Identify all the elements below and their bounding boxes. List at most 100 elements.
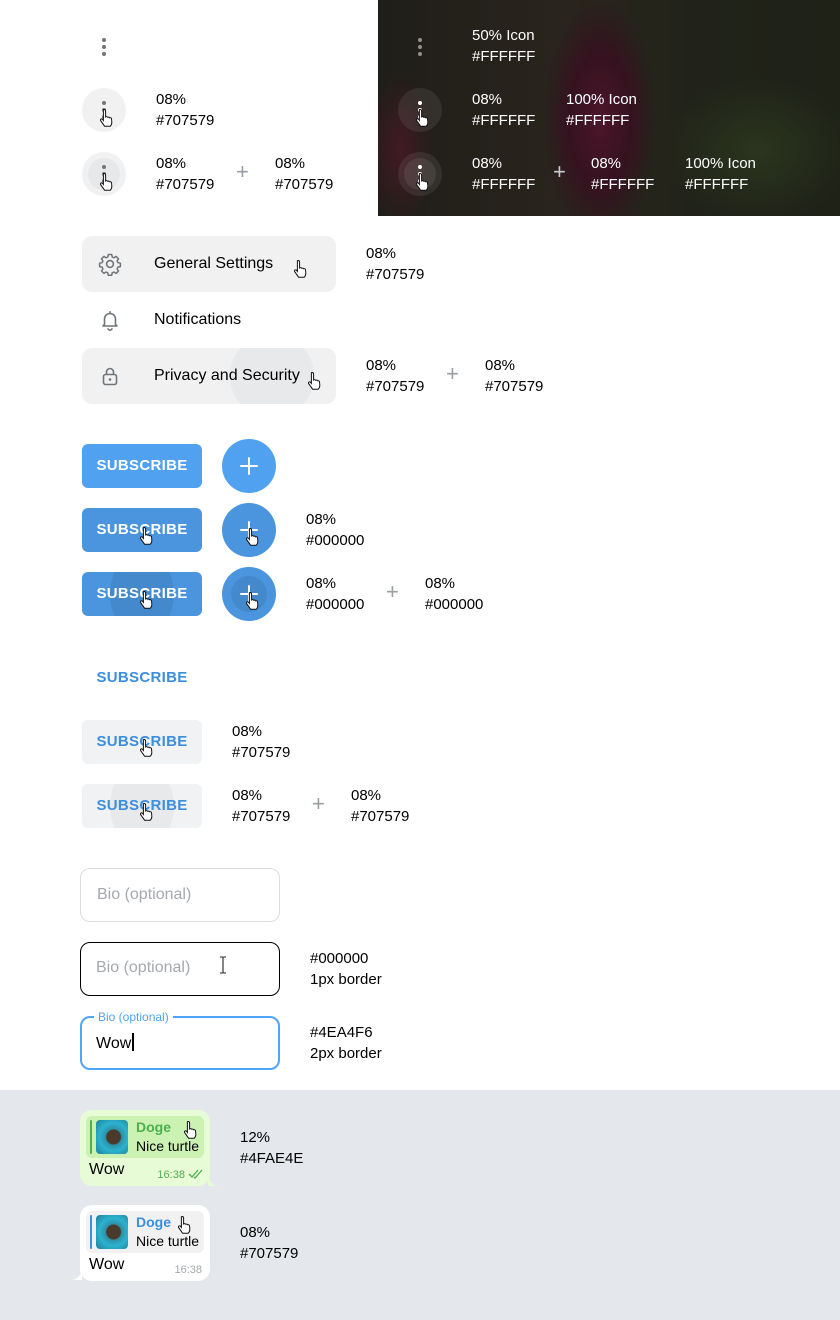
menu-item-label: General Settings bbox=[154, 255, 274, 272]
reply-thumbnail bbox=[96, 1215, 128, 1249]
note-color: #707579 bbox=[351, 808, 410, 825]
hand-pointer-cursor-icon bbox=[245, 527, 259, 546]
more-button-dark-hover[interactable] bbox=[398, 88, 442, 132]
note-percent: 08% bbox=[156, 155, 187, 172]
input-focus-note: #4EA4F6 2px border bbox=[310, 1022, 382, 1064]
outgoing-message-bubble[interactable]: Doge Nice turtle Wow 16:38 bbox=[80, 1110, 210, 1186]
hand-pointer-cursor-icon bbox=[139, 526, 153, 545]
text-cursor-icon bbox=[220, 956, 226, 974]
message-text: Wow bbox=[89, 1161, 125, 1178]
note-percent: 08% bbox=[232, 787, 263, 804]
note-color: #707579 bbox=[240, 1245, 299, 1262]
note-color: #4FAE4E bbox=[240, 1150, 304, 1167]
note-color: #707579 bbox=[156, 176, 215, 193]
note-color: #707579 bbox=[232, 808, 291, 825]
note-percent: 08% bbox=[240, 1224, 271, 1241]
more-vertical-icon[interactable] bbox=[418, 38, 422, 59]
filled-pressed-note-b: 08% #000000 bbox=[425, 573, 483, 615]
subscribe-text-button-hover[interactable]: SUBSCRIBE bbox=[82, 720, 202, 764]
note-color: #FFFFFF bbox=[566, 112, 630, 129]
note-color: #707579 bbox=[366, 378, 425, 395]
note-color: #FFFFFF bbox=[591, 176, 655, 193]
note-percent: 12% bbox=[240, 1129, 271, 1146]
subscribe-button-pressed[interactable]: SUBSCRIBE bbox=[82, 572, 202, 616]
dark-hover-note-b: 100% Icon #FFFFFF bbox=[566, 89, 637, 131]
reply-preview[interactable]: Doge Nice turtle bbox=[86, 1211, 204, 1253]
note-percent: 08% bbox=[366, 357, 397, 374]
note-percent: 50% Icon bbox=[472, 27, 535, 44]
text-pressed-note-b: 08% #707579 bbox=[351, 785, 409, 827]
menu-item-privacy-security[interactable]: Privacy and Security bbox=[82, 348, 336, 404]
button-label: SUBSCRIBE bbox=[96, 457, 188, 474]
note-percent: 08% bbox=[425, 575, 456, 592]
subscribe-button[interactable]: SUBSCRIBE bbox=[82, 444, 202, 488]
menu-pressed-note-a: 08% #707579 bbox=[366, 355, 424, 397]
input-floating-label: Bio (optional) bbox=[94, 1010, 173, 1024]
message-time-text: 16:38 bbox=[157, 1169, 185, 1181]
filled-hover-note: 08% #000000 bbox=[306, 509, 364, 551]
more-button-pressed[interactable] bbox=[82, 152, 126, 196]
bio-input-focused[interactable]: Bio (optional) Wow bbox=[80, 1010, 280, 1070]
filled-pressed-note-a: 08% #000000 bbox=[306, 573, 364, 615]
note-percent: 08% bbox=[591, 155, 622, 172]
input-hover-note: #000000 1px border bbox=[310, 948, 382, 990]
plus-sign: + bbox=[312, 791, 325, 816]
bio-input[interactable]: Bio (optional) bbox=[80, 868, 280, 922]
plus-icon bbox=[240, 457, 258, 475]
dark-pressed-note-a: 08% #FFFFFF bbox=[472, 153, 535, 195]
menu-item-general-settings[interactable]: General Settings bbox=[82, 236, 336, 292]
note-border: 2px border bbox=[310, 1045, 382, 1062]
hand-pointer-cursor-icon bbox=[99, 108, 113, 127]
note-color: #4EA4F6 bbox=[310, 1024, 373, 1041]
hand-pointer-cursor-icon bbox=[293, 259, 307, 278]
reply-preview[interactable]: Doge Nice turtle bbox=[86, 1116, 204, 1158]
note-percent: 08% bbox=[485, 357, 516, 374]
subscribe-button-hover[interactable]: SUBSCRIBE bbox=[82, 508, 202, 552]
input-placeholder: Bio (optional) bbox=[96, 959, 191, 976]
message-time: 16:38 bbox=[157, 1168, 204, 1182]
button-label: SUBSCRIBE bbox=[96, 669, 188, 686]
note-percent: 08% bbox=[156, 91, 187, 108]
reply-bar bbox=[90, 1215, 92, 1249]
reply-sender-name: Doge bbox=[136, 1214, 171, 1230]
note-color: #707579 bbox=[275, 176, 334, 193]
note-color: #000000 bbox=[306, 596, 365, 613]
incoming-message-bubble[interactable]: Doge Nice turtle Wow 16:38 bbox=[80, 1205, 210, 1281]
menu-item-label: Privacy and Security bbox=[154, 367, 300, 384]
incoming-reply-note: 08% #707579 bbox=[240, 1222, 298, 1264]
bell-icon bbox=[102, 311, 118, 331]
add-fab-button-pressed[interactable] bbox=[222, 567, 276, 621]
note-percent: 08% bbox=[306, 575, 337, 592]
note-percent: 08% bbox=[472, 155, 503, 172]
dark-pressed-note-b: 08% #FFFFFF bbox=[591, 153, 654, 195]
text-caret bbox=[132, 1033, 134, 1051]
more-icon-plain[interactable] bbox=[102, 38, 106, 56]
more-button-hover[interactable] bbox=[82, 88, 126, 132]
hand-pointer-cursor-icon bbox=[139, 590, 153, 609]
dark-pressed-note-c: 100% Icon #FFFFFF bbox=[685, 153, 756, 195]
note-percent: 08% bbox=[275, 155, 306, 172]
plus-sign: + bbox=[446, 361, 459, 386]
menu-item-label: Notifications bbox=[154, 311, 242, 328]
bio-input-hover[interactable]: Bio (optional) bbox=[80, 942, 280, 996]
plus-sign: + bbox=[553, 159, 566, 184]
reply-thumbnail bbox=[96, 1120, 128, 1154]
note-color: #FFFFFF bbox=[472, 48, 536, 65]
add-fab-button-hover[interactable] bbox=[222, 503, 276, 557]
hover-note-light: 08% #707579 bbox=[156, 89, 214, 131]
hand-pointer-cursor-icon bbox=[307, 371, 321, 390]
subscribe-text-button[interactable]: SUBSCRIBE bbox=[82, 656, 202, 700]
pressed-note-b: 08% #707579 bbox=[275, 153, 333, 195]
photo-background-panel: 50% Icon #FFFFFF 08% #FFFFFF 100% Icon #FFF… bbox=[378, 0, 840, 216]
more-vertical-icon bbox=[102, 38, 106, 59]
text-pressed-note-a: 08% #707579 bbox=[232, 785, 290, 827]
more-button-dark-pressed[interactable] bbox=[398, 152, 442, 196]
note-color: #707579 bbox=[366, 266, 425, 283]
input-value: Wow bbox=[96, 1033, 134, 1053]
menu-item-notifications[interactable]: Notifications bbox=[82, 292, 336, 348]
gear-icon bbox=[98, 253, 122, 276]
note-percent: 08% bbox=[472, 91, 503, 108]
note-percent: 100% Icon bbox=[685, 155, 756, 172]
subscribe-text-button-pressed[interactable]: SUBSCRIBE bbox=[82, 784, 202, 828]
add-fab-button[interactable] bbox=[222, 439, 276, 493]
